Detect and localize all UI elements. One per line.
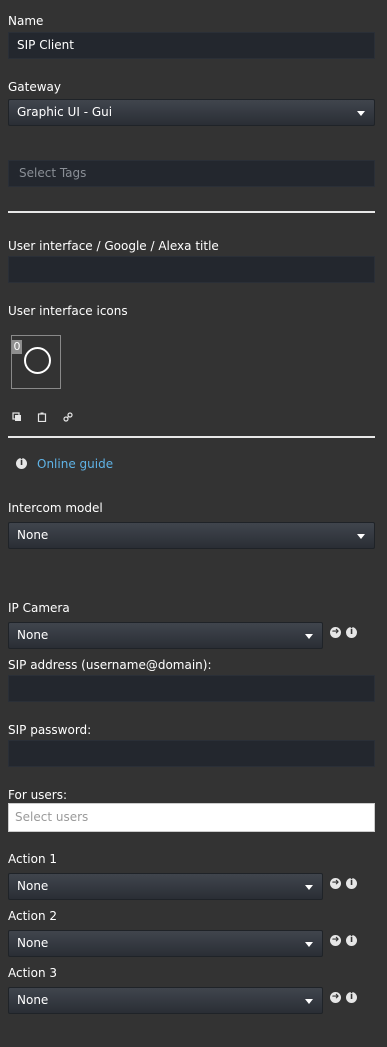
- divider: [8, 436, 375, 438]
- chevron-down-icon: [305, 942, 313, 947]
- info-icon[interactable]: i: [346, 935, 357, 946]
- users-label: For users:: [8, 788, 68, 802]
- action-3-select[interactable]: None: [8, 987, 323, 1014]
- arrow-right-icon[interactable]: ➜: [330, 627, 341, 638]
- ip-camera-value: None: [17, 628, 49, 642]
- ui-title-input[interactable]: [8, 256, 375, 283]
- ui-title-label: User interface / Google / Alexa title: [8, 239, 219, 253]
- sip-password-label: SIP password:: [8, 723, 92, 737]
- action-1-label: Action 1: [8, 852, 58, 866]
- intercom-label: Intercom model: [8, 501, 103, 515]
- chevron-down-icon: [305, 999, 313, 1004]
- icon-slot[interactable]: 0: [11, 335, 61, 389]
- paste-icon[interactable]: [37, 412, 47, 422]
- online-guide-link[interactable]: Online guide: [37, 457, 113, 471]
- ui-icons-label: User interface icons: [8, 304, 128, 318]
- gateway-label: Gateway: [8, 80, 62, 94]
- info-icon[interactable]: i: [346, 627, 357, 638]
- ip-camera-select[interactable]: None: [8, 622, 323, 649]
- copy-icon[interactable]: [12, 412, 22, 422]
- action-3-value: None: [17, 993, 49, 1007]
- tags-input[interactable]: Select Tags: [8, 160, 375, 187]
- sip-password-input[interactable]: [8, 740, 375, 767]
- sip-address-input[interactable]: [8, 675, 375, 702]
- action-2-value: None: [17, 936, 49, 950]
- chevron-down-icon: [305, 634, 313, 639]
- intercom-value: None: [17, 528, 49, 542]
- chevron-down-icon: [357, 111, 365, 116]
- ip-camera-label: IP Camera: [8, 601, 70, 615]
- gateway-value: Graphic UI - Gui: [17, 105, 113, 119]
- icon-slot-badge: 0: [12, 340, 22, 354]
- intercom-select[interactable]: None: [8, 522, 375, 549]
- chevron-down-icon: [357, 534, 365, 539]
- action-3-label: Action 3: [8, 966, 58, 980]
- chevron-down-icon: [305, 885, 313, 890]
- link-icon[interactable]: [63, 412, 73, 422]
- info-icon[interactable]: i: [346, 878, 357, 889]
- arrow-right-icon[interactable]: ➜: [330, 935, 341, 946]
- name-input[interactable]: SIP Client: [8, 32, 375, 59]
- name-label: Name: [8, 14, 44, 28]
- action-2-label: Action 2: [8, 909, 58, 923]
- users-select[interactable]: Select users: [8, 803, 375, 832]
- info-icon: i: [16, 458, 27, 469]
- circle-icon: [24, 347, 51, 374]
- arrow-right-icon[interactable]: ➜: [330, 878, 341, 889]
- arrow-right-icon[interactable]: ➜: [330, 992, 341, 1003]
- action-1-select[interactable]: None: [8, 873, 323, 900]
- action-1-value: None: [17, 879, 49, 893]
- gateway-select[interactable]: Graphic UI - Gui: [8, 99, 375, 126]
- action-2-select[interactable]: None: [8, 930, 323, 957]
- info-icon[interactable]: i: [346, 992, 357, 1003]
- divider: [8, 211, 375, 213]
- sip-address-label: SIP address (username@domain):: [8, 658, 212, 672]
